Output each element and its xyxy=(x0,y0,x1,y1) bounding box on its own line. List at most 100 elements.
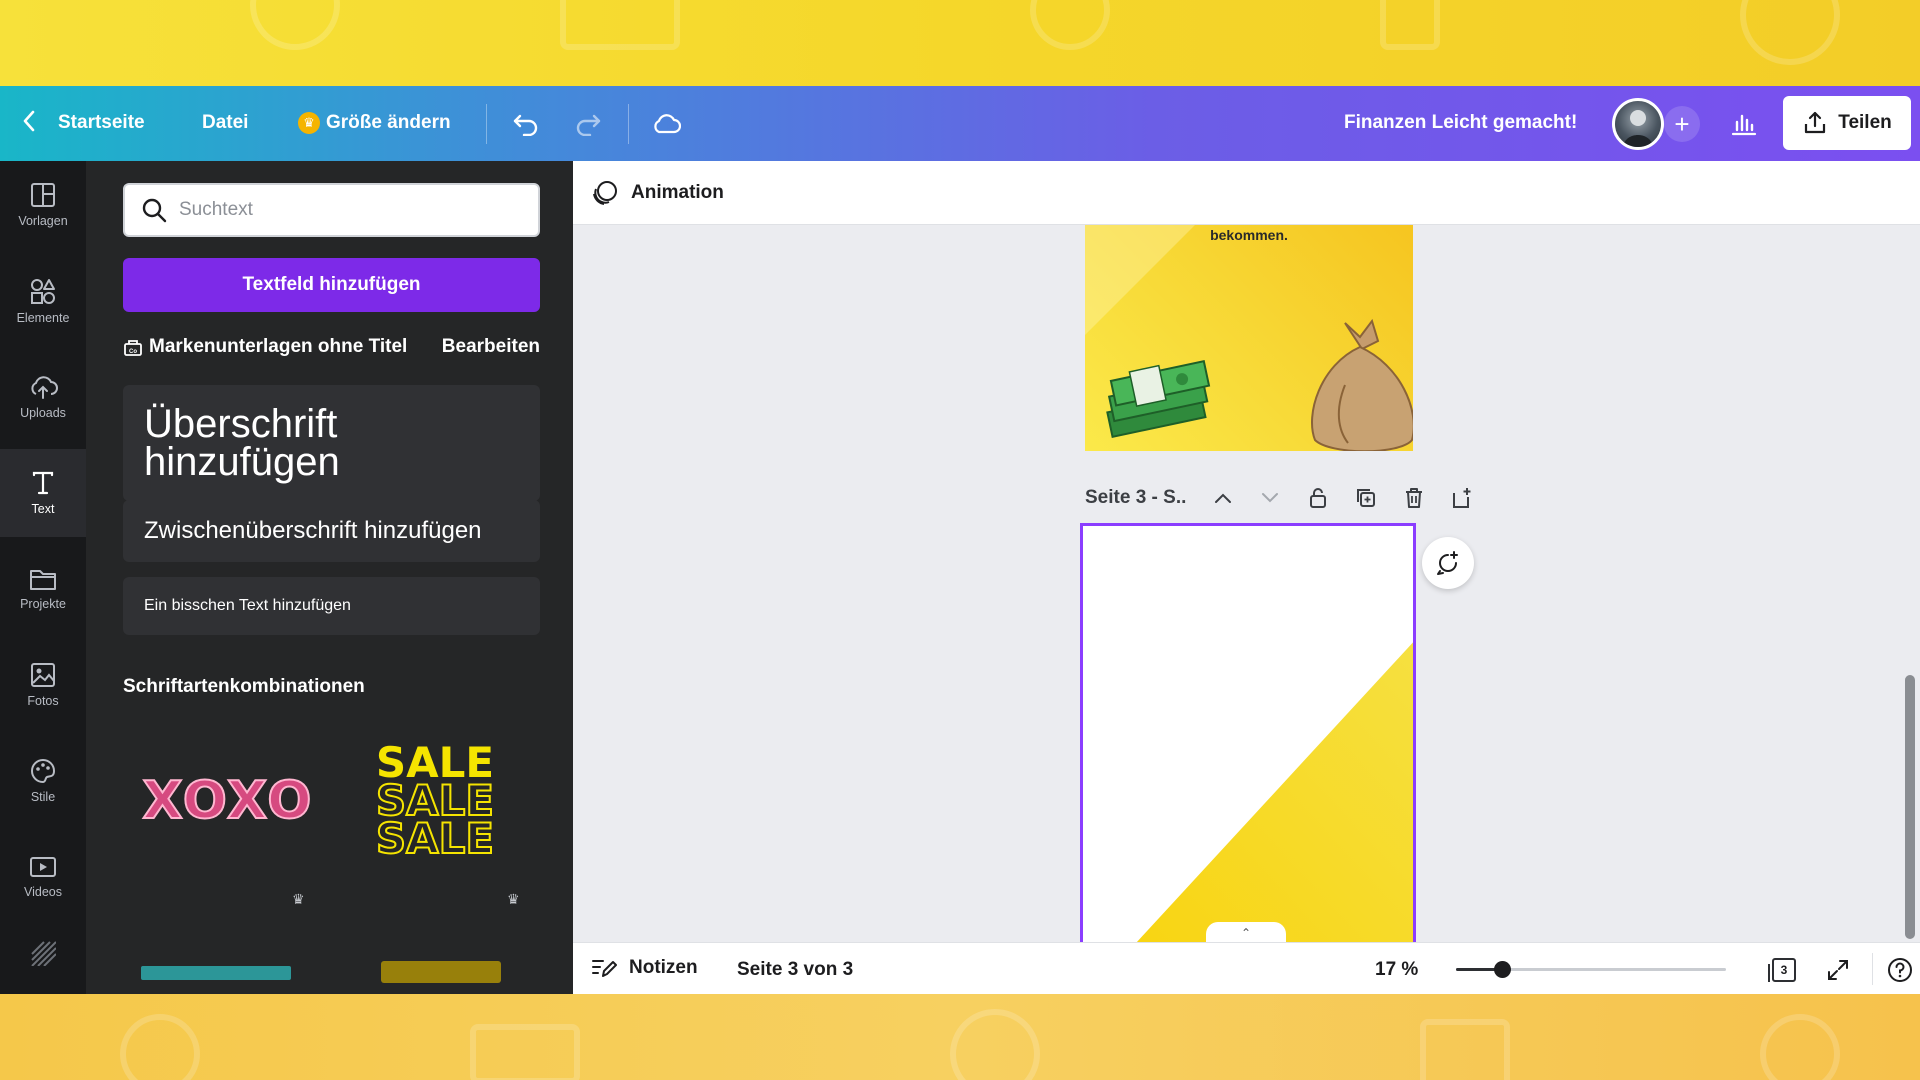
rail-item-elements[interactable]: Elemente xyxy=(0,257,86,345)
background-bottom-banner xyxy=(0,994,1920,1080)
rail-label: Stile xyxy=(30,790,56,804)
font-combinations-heading: Schriftartenkombinationen xyxy=(123,676,365,697)
notes-pencil-icon xyxy=(592,960,617,977)
notes-button[interactable]: Notizen xyxy=(591,956,698,980)
body-text-preview: Ein bisschen Text hinzufügen xyxy=(144,597,351,614)
bottom-status-bar: Notizen Seite 3 von 3 17 % 3 xyxy=(573,942,1920,994)
rail-item-text[interactable]: Text xyxy=(0,449,86,537)
rail-label: Projekte xyxy=(20,597,66,611)
rail-item-more[interactable] xyxy=(0,931,86,981)
background-top-banner xyxy=(0,0,1920,86)
zoom-slider[interactable] xyxy=(1456,961,1726,978)
add-page-icon[interactable] xyxy=(1449,485,1475,511)
canva-editor-window: Startseite Datei ♛ Größe ändern Finanzen… xyxy=(0,86,1920,994)
font-combo-sale[interactable]: SALE SALE SALE xyxy=(330,721,540,881)
page-count-icon: 3 xyxy=(1768,958,1796,982)
font-combo-partial-1[interactable] xyxy=(141,966,291,980)
sale-line-3: SALE xyxy=(375,814,495,863)
rail-item-styles[interactable]: Stile xyxy=(0,737,86,825)
zoom-value[interactable]: 17 % xyxy=(1375,959,1418,981)
animation-label: Animation xyxy=(631,181,724,203)
crown-icon: ♛ xyxy=(298,112,320,134)
rail-item-photos[interactable]: Fotos xyxy=(0,641,86,729)
delete-page-icon[interactable] xyxy=(1401,485,1427,511)
rail-label: Fotos xyxy=(27,694,59,708)
help-question-icon[interactable] xyxy=(1885,955,1915,985)
palette-icon xyxy=(31,758,56,784)
editor-context-toolbar: Animation xyxy=(573,161,1920,225)
page3-yellow-shape xyxy=(1136,642,1413,942)
resize-label: Größe ändern xyxy=(326,112,451,133)
edit-brand-kit-link[interactable]: Bearbeiten xyxy=(442,336,540,358)
photo-icon xyxy=(31,663,55,687)
move-page-up-icon[interactable] xyxy=(1210,485,1236,511)
video-icon xyxy=(30,857,56,877)
page-toolbar: Seite 3 - S.. xyxy=(1085,483,1505,513)
undo-icon[interactable] xyxy=(508,106,544,142)
add-subheading-button[interactable]: Zwischenüberschrift hinzufügen xyxy=(123,500,540,562)
top-toolbar: Startseite Datei ♛ Größe ändern Finanzen… xyxy=(0,86,1920,161)
brand-kit-icon: Co xyxy=(124,340,142,356)
canvas-scrollbar[interactable] xyxy=(1905,675,1915,939)
share-button[interactable]: Teilen xyxy=(1783,96,1911,150)
insights-bar-chart-icon[interactable] xyxy=(1726,106,1762,142)
rail-item-projects[interactable]: Projekte xyxy=(0,545,86,633)
font-combo-partial-2[interactable] xyxy=(381,961,501,983)
elements-icon xyxy=(31,279,55,304)
animation-icon xyxy=(593,180,617,205)
zoom-slider-knob[interactable] xyxy=(1494,961,1511,978)
rail-item-uploads[interactable]: Uploads xyxy=(0,353,86,441)
rail-item-templates[interactable]: Vorlagen xyxy=(0,161,86,249)
duplicate-page-icon[interactable] xyxy=(1353,485,1379,511)
user-avatar[interactable] xyxy=(1612,98,1664,150)
rail-item-videos[interactable]: Videos xyxy=(0,833,86,921)
pattern-more-icon xyxy=(31,941,56,966)
font-combo-xoxo[interactable]: XOXO xyxy=(123,721,333,881)
folder-icon xyxy=(30,570,56,590)
redo-icon[interactable] xyxy=(570,106,606,142)
cloud-save-icon[interactable] xyxy=(648,106,684,142)
upload-cloud-icon xyxy=(31,376,58,399)
fullscreen-expand-icon[interactable] xyxy=(1823,955,1853,985)
rail-label: Vorlagen xyxy=(18,214,68,228)
add-heading-button[interactable]: Überschrift hinzufügen xyxy=(123,385,540,501)
bottombar-divider xyxy=(1872,953,1873,985)
subheading-preview: Zwischenüberschrift hinzufügen xyxy=(144,517,482,544)
page-3-selected[interactable] xyxy=(1080,523,1416,942)
home-link[interactable]: Startseite xyxy=(58,112,145,134)
project-title[interactable]: Finanzen Leicht gemacht! xyxy=(1344,112,1577,134)
upload-share-icon xyxy=(1805,111,1826,134)
lock-page-icon[interactable] xyxy=(1305,485,1331,511)
resize-button[interactable]: ♛ Größe ändern xyxy=(298,112,451,134)
page-2-preview[interactable]: bekommen. xyxy=(1085,225,1413,451)
money-bag-icon xyxy=(1311,318,1413,451)
page-title-label[interactable]: Seite 3 - S.. xyxy=(1085,487,1186,509)
brand-kit-label[interactable]: Markenunterlagen ohne Titel xyxy=(149,336,407,358)
rail-label: Text xyxy=(31,502,55,516)
file-menu-button[interactable]: Datei xyxy=(202,112,248,134)
premium-crown-icon: ♛ xyxy=(292,891,305,907)
toolbar-divider xyxy=(486,104,487,144)
back-chevron-icon[interactable] xyxy=(22,110,36,132)
comment-add-icon[interactable] xyxy=(1422,537,1474,589)
page2-caption: bekommen. xyxy=(1210,227,1288,243)
add-body-text-button[interactable]: Ein bisschen Text hinzufügen xyxy=(123,577,540,635)
design-canvas: bekommen. Seite 3 - S.. ⌃ xyxy=(573,225,1920,942)
page-grid-button[interactable]: 3 xyxy=(1768,955,1799,985)
premium-crown-icon: ♛ xyxy=(507,891,520,907)
search-input[interactable] xyxy=(179,199,519,221)
text-side-panel: Textfeld hinzufügen Co Markenunterlagen … xyxy=(86,161,573,994)
share-label: Teilen xyxy=(1838,112,1892,133)
notes-label: Notizen xyxy=(629,957,698,978)
move-page-down-icon[interactable] xyxy=(1257,485,1283,511)
rail-label: Videos xyxy=(24,885,62,899)
brand-kit-row: Co Markenunterlagen ohne Titel Bearbeite… xyxy=(123,331,540,363)
add-textbox-button[interactable]: Textfeld hinzufügen xyxy=(123,258,540,312)
rail-label: Elemente xyxy=(16,311,70,325)
search-icon xyxy=(142,198,167,223)
add-collaborator-plus-icon[interactable]: + xyxy=(1664,106,1700,142)
search-box[interactable] xyxy=(123,183,540,237)
animation-button[interactable]: Animation xyxy=(591,179,724,207)
show-pages-handle-chevron-icon[interactable]: ⌃ xyxy=(1206,922,1286,942)
templates-icon xyxy=(31,183,55,207)
